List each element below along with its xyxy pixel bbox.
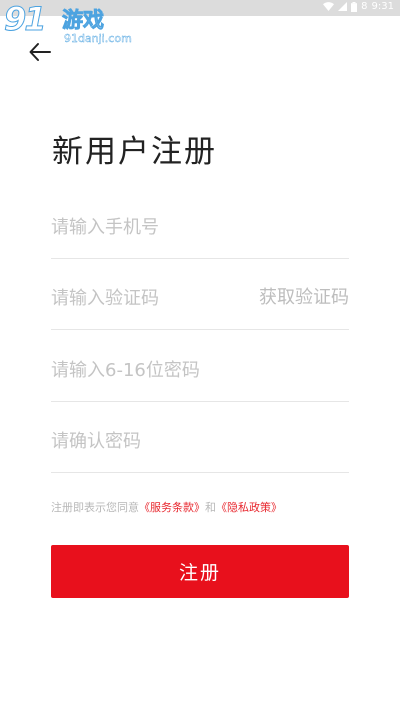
agreement-and: 和 [205, 501, 216, 514]
verification-code-input[interactable] [51, 269, 231, 327]
page-title: 新用户注册 [52, 134, 217, 170]
password-field [51, 341, 349, 402]
back-button[interactable] [28, 40, 52, 64]
watermark-url: 91danji.com [64, 32, 132, 45]
privacy-link[interactable]: 《隐私政策》 [216, 501, 282, 514]
arrow-left-icon [29, 43, 51, 61]
confirm-password-field [51, 412, 349, 473]
watermark-number: 91 [4, 0, 47, 39]
watermark-logo: 91 游戏 91danji.com [4, 0, 144, 50]
register-button[interactable]: 注册 [51, 545, 349, 598]
agreement-prefix: 注册即表示您同意 [51, 501, 139, 514]
status-icons: 8 9:31 [323, 1, 394, 12]
password-input[interactable] [51, 341, 349, 399]
battery-icon [351, 1, 358, 12]
agreement-text: 注册即表示您同意《服务条款》和《隐私政策》 [51, 499, 282, 515]
terms-link[interactable]: 《服务条款》 [139, 501, 205, 514]
signal-icon [338, 2, 348, 11]
phone-input[interactable] [51, 198, 349, 256]
phone-field [51, 198, 349, 259]
watermark-text: 游戏 [62, 8, 105, 33]
wifi-icon [323, 2, 335, 11]
get-code-button[interactable]: 获取验证码 [259, 269, 349, 327]
verification-code-field: 获取验证码 [51, 269, 349, 330]
battery-level: 8 [361, 1, 368, 12]
status-time: 9:31 [371, 1, 394, 12]
confirm-password-input[interactable] [51, 412, 349, 470]
